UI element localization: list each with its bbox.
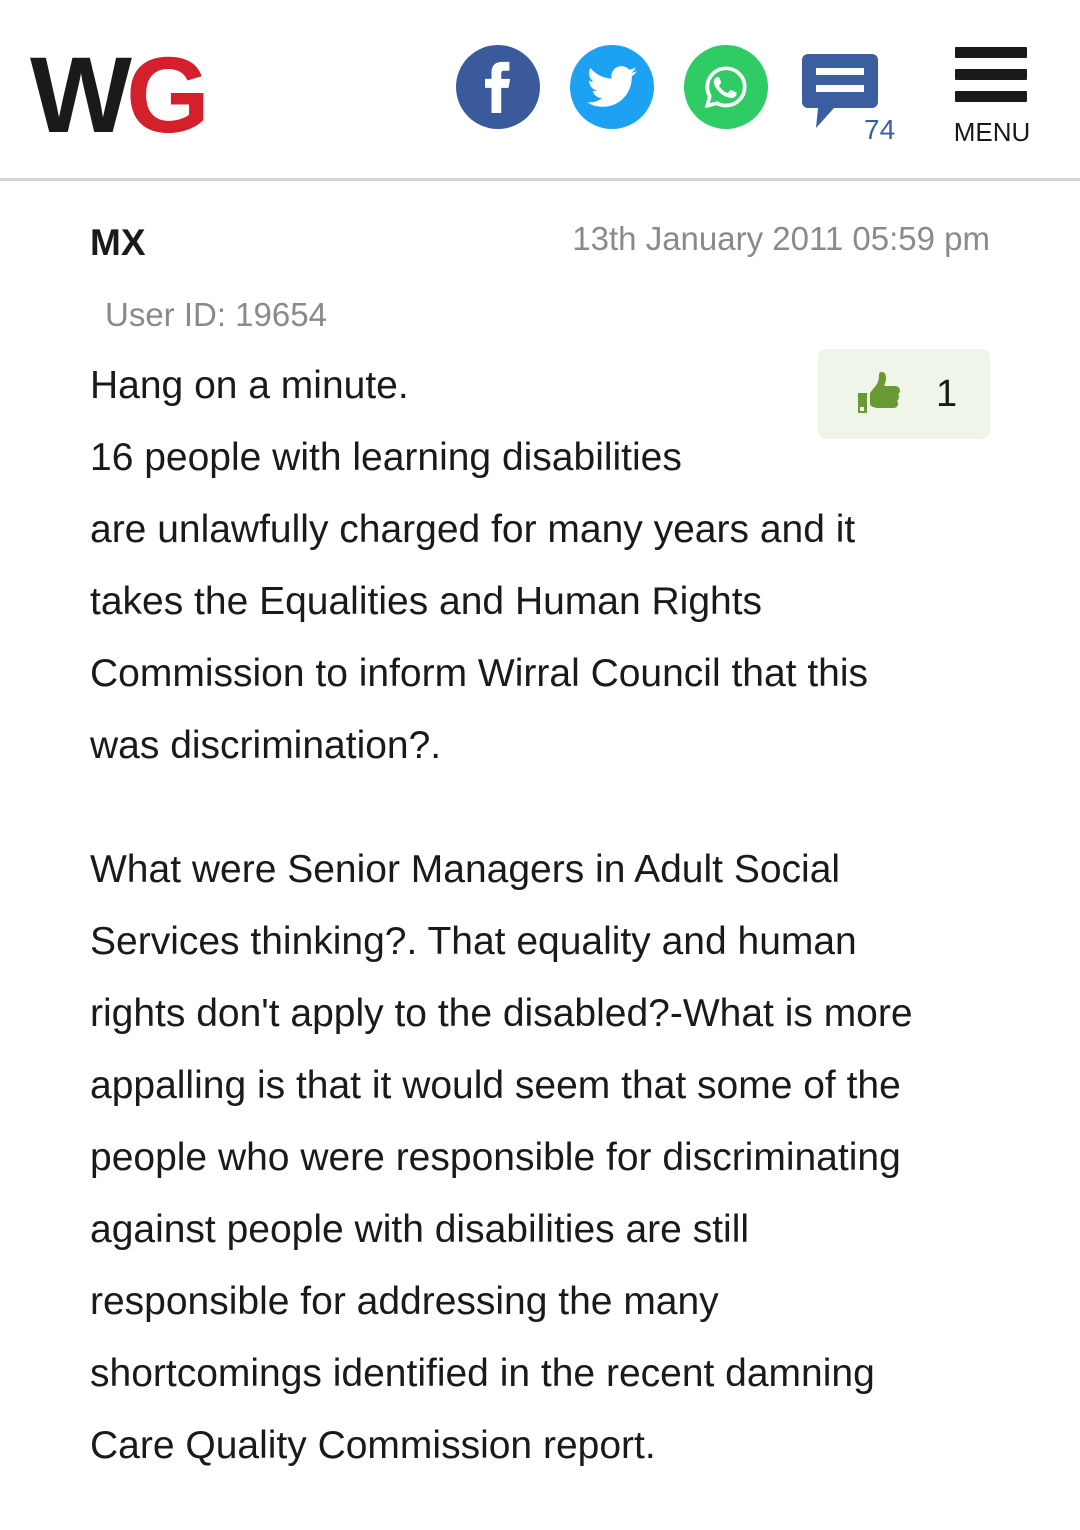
comment-count: 74 <box>864 114 896 145</box>
comment-user-id: User ID: 19654 <box>105 296 327 333</box>
comment-line: rights don't apply to the disabled?-What… <box>90 992 913 1035</box>
site-header: WG 74 MENU <box>0 0 1080 181</box>
comment-line: Services thinking?. That equality and hu… <box>90 920 857 963</box>
comment-line: people who were responsible for discrimi… <box>90 1136 901 1179</box>
site-logo[interactable]: WG <box>30 40 210 150</box>
comment-line: Hang on a minute. <box>90 364 409 407</box>
twitter-share-button[interactable] <box>570 45 654 129</box>
comment-line: are unlawfully charged for many years an… <box>90 508 856 551</box>
menu-icon <box>955 47 1027 58</box>
comments-button[interactable]: 74 <box>802 52 902 152</box>
comment-line: takes the Equalities and Human Rights <box>90 580 763 623</box>
whatsapp-share-button[interactable] <box>684 45 768 129</box>
comment-line: was discrimination?. <box>90 724 442 767</box>
menu-label: MENU <box>953 117 1031 147</box>
comment-line: against people with disabilities are sti… <box>90 1208 750 1251</box>
whatsapp-icon <box>704 66 747 109</box>
comment-line: 16 people with learning disabilities <box>90 436 682 479</box>
logo-letter-w: W <box>30 34 132 155</box>
comment-line: responsible for addressing the many <box>90 1280 719 1323</box>
comment-line: Care Quality Commission report. <box>90 1424 656 1467</box>
comment-line: Commission to inform Wirral Council that… <box>90 652 869 695</box>
menu-icon-bar <box>955 69 1027 80</box>
comment-paragraph: What were Senior Managers in Adult Socia… <box>90 834 990 1482</box>
facebook-icon <box>485 61 511 113</box>
comment-paragraph: Hang on a minute. 16 people with learnin… <box>90 350 990 782</box>
comment-body: Hang on a minute. 16 people with learnin… <box>90 350 990 1482</box>
facebook-share-button[interactable] <box>456 45 540 129</box>
comment-author[interactable]: MX <box>90 222 146 264</box>
twitter-icon <box>587 66 637 107</box>
comment-timestamp: 13th January 2011 05:59 pm <box>572 220 990 257</box>
comment-line: What were Senior Managers in Adult Socia… <box>90 848 841 891</box>
comment-line: appalling is that it would seem that som… <box>90 1064 901 1107</box>
menu-button[interactable]: MENU <box>950 45 1034 155</box>
logo-letter-g: G <box>125 34 210 155</box>
comment-line: shortcomings identified in the recent da… <box>90 1352 875 1395</box>
menu-icon-bar <box>955 91 1027 102</box>
